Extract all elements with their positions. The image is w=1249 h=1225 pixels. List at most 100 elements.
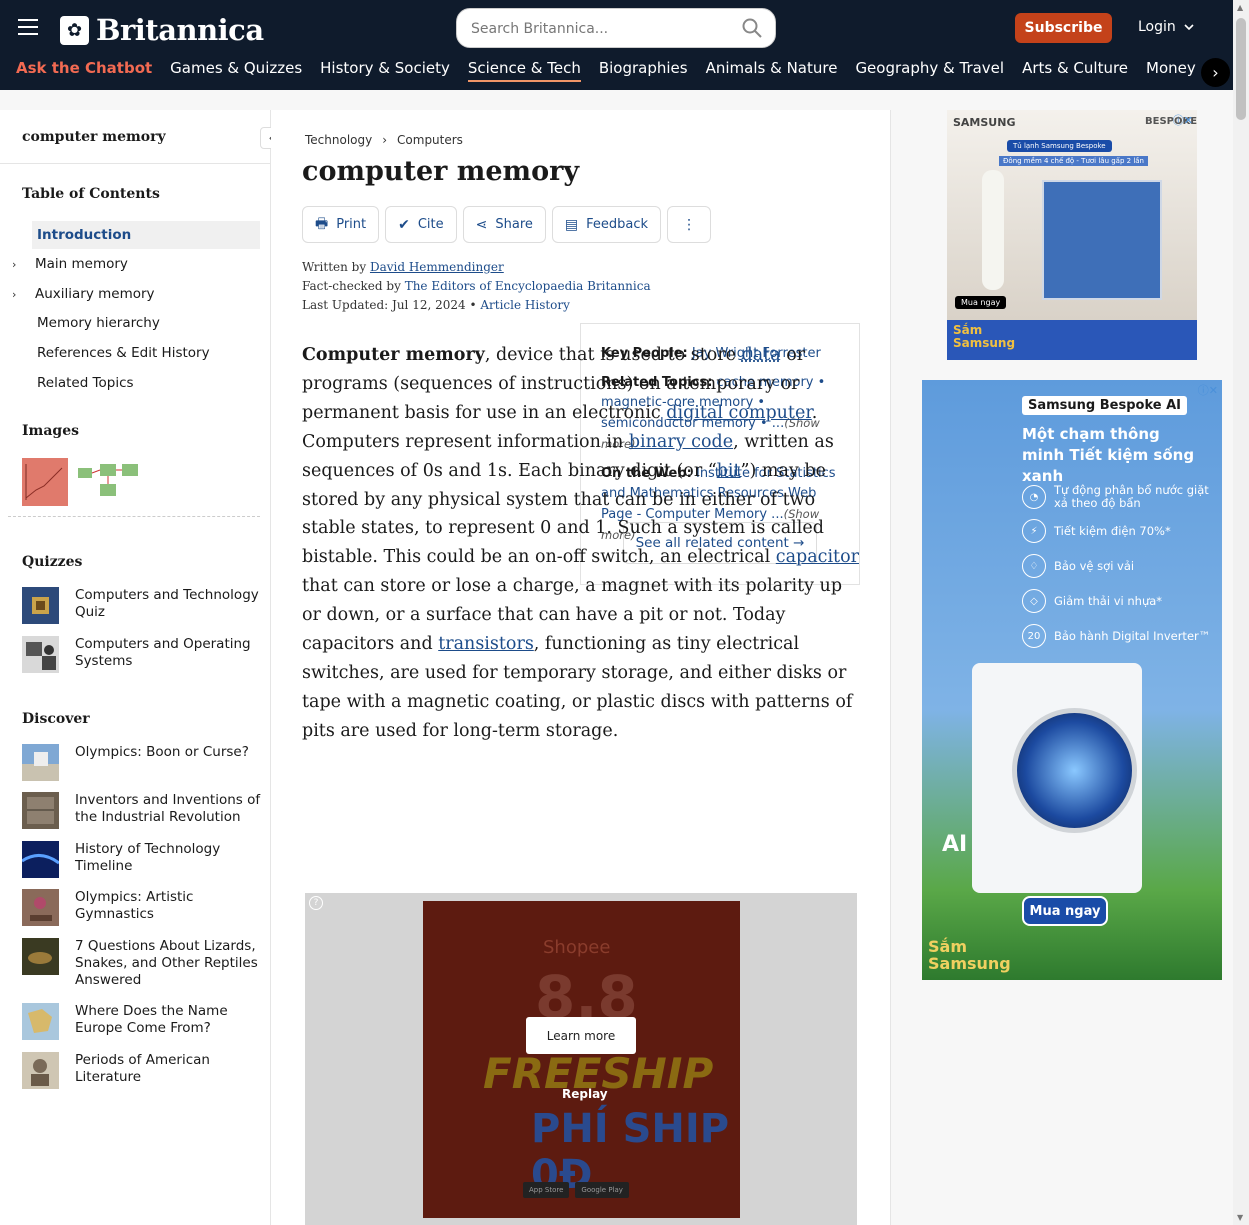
link-data[interactable]: data: [742, 345, 781, 365]
breadcrumb-technology[interactable]: Technology: [305, 133, 372, 147]
link-binary-code[interactable]: binary code: [629, 432, 733, 452]
lizard-thumbnail: [22, 938, 59, 975]
discover-title: Olympics: Artistic Gymnastics: [75, 889, 194, 922]
shopee-ad-creative[interactable]: Shopee 8.8 FREESHIP PHÍ SHIP 0Đ Learn mo…: [423, 901, 740, 1218]
article-toolbar: 🖶 Print ✔ Cite ⋖ Share ▤ Feedback ⋮: [302, 206, 712, 243]
cite-button[interactable]: ✔ Cite: [385, 206, 457, 243]
shopee-logo: Shopee: [543, 937, 611, 958]
buy-now-button[interactable]: Mua ngay: [955, 296, 1007, 309]
discover-item[interactable]: 7 Questions About Lizards, Snakes, and O…: [22, 938, 262, 989]
feature-3: ♢ Bảo vệ sợi vải: [1022, 554, 1134, 578]
toc-item-introduction[interactable]: Introduction: [32, 221, 260, 249]
nav-games-quizzes[interactable]: Games & Quizzes: [170, 59, 302, 80]
google-play-badge[interactable]: Google Play: [575, 1182, 629, 1198]
discover-item[interactable]: Where Does the Name Europe Come From?: [22, 1003, 262, 1040]
nav-history-society[interactable]: History & Society: [320, 59, 450, 80]
buy-now-button[interactable]: Mua ngay: [1022, 896, 1108, 926]
scrollbar-thumb[interactable]: [1236, 18, 1246, 120]
ad-close-icon[interactable]: ⓘ✕: [1173, 112, 1193, 128]
toc-label: Main memory: [35, 256, 128, 272]
verified-badge-icon: ✔: [398, 216, 410, 233]
print-button[interactable]: 🖶 Print: [302, 206, 380, 243]
chevron-right-icon[interactable]: ›: [12, 258, 16, 271]
feature-label: Tiết kiệm điện 70%*: [1054, 524, 1171, 538]
lead-term: Computer memory: [302, 345, 485, 365]
chart-thumbnail-image[interactable]: [22, 458, 68, 506]
link-bit[interactable]: bit: [717, 461, 741, 481]
toc-item-memory-hierarchy[interactable]: Memory hierarchy: [32, 309, 260, 337]
nav-money[interactable]: Money: [1146, 59, 1196, 80]
diagram-thumbnail-image[interactable]: [76, 458, 146, 506]
discover-item[interactable]: Inventors and Inventions of the Industri…: [22, 792, 262, 829]
link-digital-computer[interactable]: digital computer: [666, 403, 811, 423]
more-options-button[interactable]: ⋮: [667, 206, 712, 243]
water-drop-icon: ◔: [1022, 485, 1046, 509]
scrollbar[interactable]: ▲ ▼: [1233, 0, 1249, 1225]
scroll-up-icon[interactable]: ▲: [1237, 3, 1243, 12]
fact-checker-link[interactable]: The Editors of Encyclopaedia Britannica: [405, 279, 651, 293]
samsung-logo: SAMSUNG: [953, 116, 1016, 129]
nav-science-tech[interactable]: Science & Tech: [467, 59, 581, 82]
nav-ask-chatbot[interactable]: Ask the Chatbot: [16, 59, 152, 80]
images-heading: Images: [22, 423, 80, 439]
divider: [8, 516, 260, 517]
toc-item-related-topics[interactable]: Related Topics: [32, 369, 260, 397]
menu-icon[interactable]: [18, 19, 38, 35]
quiz-item[interactable]: Computers and Operating Systems: [22, 636, 262, 673]
article-history-link[interactable]: Article History: [480, 298, 570, 312]
quiz-title: Computers and Operating Systems: [75, 636, 251, 669]
article-meta: Written by David Hemmendinger Fact-check…: [302, 260, 651, 312]
discover-title: Periods of American Literature: [75, 1052, 210, 1085]
feature-label: Bảo hành Digital Inverter™: [1054, 629, 1211, 643]
login-button[interactable]: Login: [1138, 19, 1194, 35]
replay-button[interactable]: Replay: [562, 1087, 608, 1101]
link-transistors[interactable]: transistors: [438, 634, 534, 654]
discover-item[interactable]: Olympics: Boon or Curse?: [22, 744, 262, 781]
nav-arts-culture[interactable]: Arts & Culture: [1022, 59, 1128, 80]
article-main: Technology › Computers computer memory 🖶…: [271, 110, 891, 1225]
article-sidebar: computer memory ‹ Table of Contents Intr…: [0, 110, 282, 1225]
toc-item-auxiliary-memory[interactable]: › Auxiliary memory: [12, 280, 260, 308]
toc-item-main-memory[interactable]: › Main memory: [12, 250, 260, 278]
learn-more-button[interactable]: Learn more: [526, 1017, 636, 1054]
toc-item-references[interactable]: References & Edit History: [32, 339, 260, 367]
author-link[interactable]: David Hemmendinger: [370, 260, 504, 274]
washer-image: [972, 663, 1142, 893]
app-store-badge[interactable]: App Store: [523, 1182, 570, 1198]
discover-item[interactable]: Periods of American Literature: [22, 1052, 262, 1089]
subscribe-button[interactable]: Subscribe: [1015, 13, 1112, 43]
text: , device that is used to store: [484, 345, 742, 365]
ad-close-icon[interactable]: ⓘ✕: [1198, 382, 1218, 398]
main-nav: Ask the Chatbot Games & Quizzes History & …: [16, 58, 1216, 88]
discover-title: History of Technology Timeline: [75, 841, 221, 874]
ad-subheadline: Đông mềm 4 chế độ - Tươi lâu gấp 2 lần: [999, 156, 1148, 166]
feature-2: ⚡ Tiết kiệm điện 70%*: [1022, 519, 1171, 543]
link-capacitor[interactable]: capacitor: [776, 547, 859, 567]
quiz-item[interactable]: Computers and Technology Quiz: [22, 587, 262, 624]
nav-geography-travel[interactable]: Geography & Travel: [855, 59, 1004, 80]
search-icon[interactable]: [741, 17, 763, 39]
washer-drum: [1012, 708, 1137, 833]
breadcrumb-computers[interactable]: Computers: [397, 133, 463, 147]
scroll-down-icon[interactable]: ▼: [1237, 1213, 1243, 1222]
nav-biographies[interactable]: Biographies: [599, 59, 688, 80]
site-header: ✿ Britannica Subscribe Login Ask the Cha…: [0, 0, 1233, 90]
samsung-washer-ad[interactable]: ⓘ✕ Samsung Bespoke AI Một chạm thông min…: [922, 380, 1222, 980]
ad-info-icon[interactable]: ?: [309, 896, 323, 910]
feedback-icon: ▤: [564, 216, 579, 233]
chevron-right-icon[interactable]: ›: [1201, 58, 1230, 87]
industrial-revolution-thumbnail: [22, 792, 59, 829]
samsung-fridge-ad[interactable]: SAMSUNG BESPOKE ⓘ✕ Tủ lạnh Samsung Bespo…: [947, 110, 1197, 360]
britannica-logo[interactable]: ✿ Britannica: [60, 13, 264, 47]
feedback-button[interactable]: ▤ Feedback: [551, 206, 662, 243]
feature-4: ◇ Giảm thải vi nhựa*: [1022, 589, 1162, 613]
discover-item[interactable]: History of Technology Timeline: [22, 841, 262, 878]
fact-checked-label: Fact-checked by: [302, 279, 401, 293]
chevron-right-icon[interactable]: ›: [12, 288, 16, 301]
nav-animals-nature[interactable]: Animals & Nature: [706, 59, 838, 80]
search-input[interactable]: [471, 18, 731, 40]
inline-ad: ? Shopee 8.8 FREESHIP PHÍ SHIP 0Đ Learn …: [305, 893, 857, 1225]
share-button[interactable]: ⋖ Share: [462, 206, 546, 243]
discover-item[interactable]: Olympics: Artistic Gymnastics: [22, 889, 262, 926]
feature-label: Bảo vệ sợi vải: [1054, 559, 1135, 573]
